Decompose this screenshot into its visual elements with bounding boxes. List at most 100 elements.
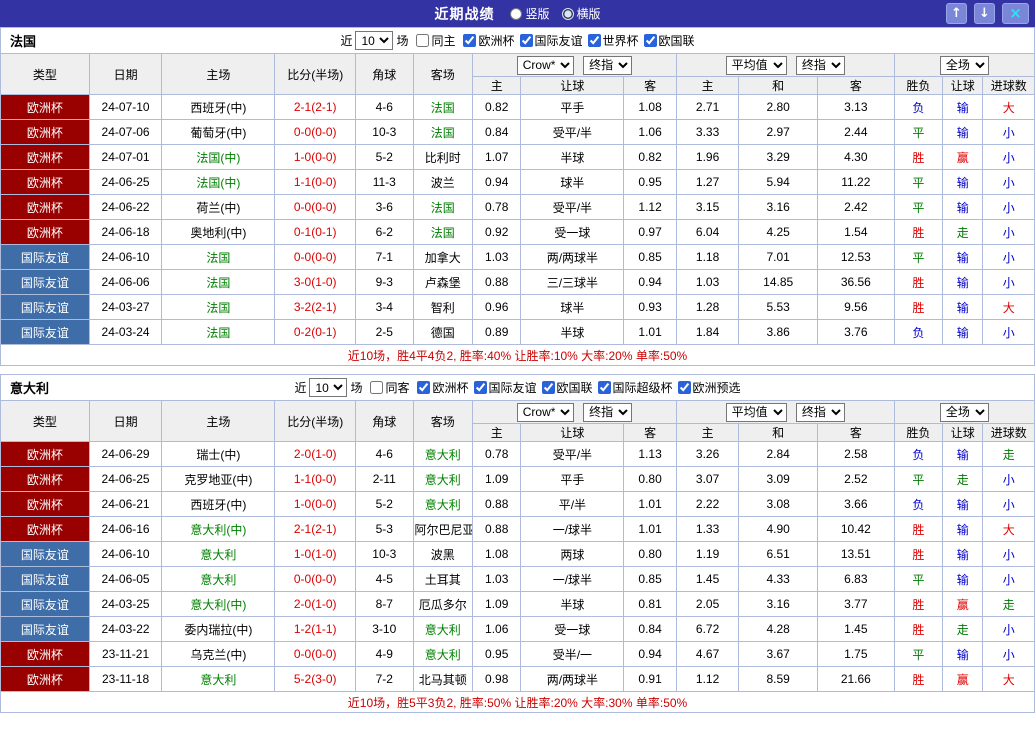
competition-filter[interactable]: 欧洲预选: [678, 379, 741, 396]
horizontal-layout-option[interactable]: 横版: [562, 5, 601, 22]
match-type-cell: 欧洲杯: [1, 195, 90, 220]
euro-away-odds-cell: 9.56: [818, 295, 895, 320]
match-type-cell: 国际友谊: [1, 567, 90, 592]
euro-home-odds-cell: 1.27: [676, 170, 739, 195]
euro-home-odds-cell: 3.26: [676, 442, 739, 467]
match-type-cell: 欧洲杯: [1, 220, 90, 245]
asian-home-odds-cell: 0.92: [473, 220, 521, 245]
competition-checkbox[interactable]: [417, 381, 430, 394]
competition-filter[interactable]: 欧国联: [644, 32, 695, 49]
move-up-button[interactable]: ↑: [946, 3, 967, 24]
asian-away-odds-cell: 1.13: [624, 442, 676, 467]
company-select[interactable]: Crow*: [517, 403, 574, 422]
scope-select[interactable]: 全场: [940, 56, 989, 75]
competition-filter[interactable]: 国际友谊: [520, 32, 583, 49]
competition-filter[interactable]: 国际超级杯: [598, 379, 673, 396]
section-header: 法国 近 10 场 同主 欧洲杯国际友谊世界杯欧国联: [0, 27, 1035, 53]
result-cell: 胜: [894, 592, 942, 617]
match-row: 欧洲杯24-06-22荷兰(中)0-0(0-0)3-6法国0.78受平/半1.1…: [1, 195, 1035, 220]
asian-home-odds-cell: 1.09: [473, 467, 521, 492]
match-date-cell: 24-03-24: [89, 320, 162, 345]
competition-filter[interactable]: 世界杯: [588, 32, 639, 49]
same-venue-filter[interactable]: 同客: [370, 379, 409, 396]
same-venue-checkbox[interactable]: [416, 34, 429, 47]
recent-count-select[interactable]: 10: [309, 378, 347, 397]
asian-home-odds-cell: 0.88: [473, 492, 521, 517]
competition-checkbox[interactable]: [598, 381, 611, 394]
average-select[interactable]: 平均值: [726, 403, 787, 422]
result-cell: 负: [894, 442, 942, 467]
competition-filter[interactable]: 欧洲杯: [417, 379, 468, 396]
horizontal-layout-radio[interactable]: [562, 8, 574, 20]
euro-odds-group-header: 平均值 终指: [676, 401, 894, 424]
close-button[interactable]: ×: [1002, 3, 1029, 24]
competition-filter[interactable]: 欧国联: [542, 379, 593, 396]
final-index-select-2[interactable]: 终指: [796, 56, 845, 75]
competition-filter[interactable]: 国际友谊: [474, 379, 537, 396]
competition-filter[interactable]: 欧洲杯: [463, 32, 514, 49]
filter-controls: 近 10 场 同主 欧洲杯国际友谊世界杯欧国联: [340, 31, 694, 50]
match-date-cell: 24-06-10: [89, 542, 162, 567]
same-venue-filter[interactable]: 同主: [416, 32, 455, 49]
away-team-cell: 厄瓜多尔: [413, 592, 473, 617]
score-cell: 2-1(2-1): [275, 517, 356, 542]
col-header-result: 胜负: [894, 424, 942, 442]
match-row: 国际友谊24-03-27法国3-2(2-1)3-4智利0.96球半0.931.2…: [1, 295, 1035, 320]
away-team-cell: 法国: [413, 220, 473, 245]
euro-home-odds-cell: 1.28: [676, 295, 739, 320]
match-date-cell: 24-06-10: [89, 245, 162, 270]
euro-away-odds-cell: 3.76: [818, 320, 895, 345]
competition-checkbox[interactable]: [474, 381, 487, 394]
col-header-handicap-result: 让球: [943, 424, 983, 442]
corners-cell: 8-7: [356, 592, 413, 617]
final-index-select-2[interactable]: 终指: [796, 403, 845, 422]
match-type-cell: 欧洲杯: [1, 145, 90, 170]
vertical-layout-option[interactable]: 竖版: [510, 5, 549, 22]
same-venue-checkbox[interactable]: [370, 381, 383, 394]
euro-draw-odds-cell: 6.51: [739, 542, 818, 567]
recent-results-widget: 近期战绩 竖版 横版 ↑ ↓ × 法国 近 10 场: [0, 0, 1035, 733]
handicap-result-cell: 走: [943, 617, 983, 642]
handicap-result-cell: 输: [943, 170, 983, 195]
competition-checkbox[interactable]: [520, 34, 533, 47]
company-select[interactable]: Crow*: [517, 56, 574, 75]
recent-count-select[interactable]: 10: [355, 31, 393, 50]
competition-checkbox[interactable]: [463, 34, 476, 47]
handicap-result-cell: 赢: [943, 667, 983, 692]
competition-checkbox[interactable]: [542, 381, 555, 394]
match-date-cell: 24-07-01: [89, 145, 162, 170]
col-header-handicap-result: 让球: [943, 77, 983, 95]
competition-checkbox[interactable]: [678, 381, 691, 394]
asian-away-odds-cell: 0.85: [624, 245, 676, 270]
euro-home-odds-cell: 6.04: [676, 220, 739, 245]
goals-result-cell: 小: [983, 567, 1035, 592]
summary-text: 近10场，胜4平4负2, 胜率:40% 让胜率:10% 大率:20% 单率:50…: [1, 345, 1035, 366]
scope-select[interactable]: 全场: [940, 403, 989, 422]
home-team-cell: 意大利: [162, 667, 275, 692]
match-date-cell: 23-11-21: [89, 642, 162, 667]
corners-cell: 10-3: [356, 542, 413, 567]
move-down-button[interactable]: ↓: [974, 3, 995, 24]
match-row: 欧洲杯24-06-29瑞士(中)2-0(1-0)4-6意大利0.78受平/半1.…: [1, 442, 1035, 467]
col-header-type: 类型: [1, 401, 90, 442]
average-select[interactable]: 平均值: [726, 56, 787, 75]
vertical-layout-radio[interactable]: [510, 8, 522, 20]
euro-away-odds-cell: 1.75: [818, 642, 895, 667]
final-index-select[interactable]: 终指: [583, 403, 632, 422]
euro-away-odds-cell: 3.77: [818, 592, 895, 617]
euro-home-odds-cell: 3.15: [676, 195, 739, 220]
handicap-cell: 三/三球半: [521, 270, 624, 295]
competition-checkbox[interactable]: [588, 34, 601, 47]
asian-odds-group-header: Crow* 终指: [473, 54, 677, 77]
goals-result-cell: 小: [983, 245, 1035, 270]
col-header-asian-away: 客: [624, 424, 676, 442]
asian-home-odds-cell: 1.07: [473, 145, 521, 170]
competition-checkbox[interactable]: [644, 34, 657, 47]
horizontal-layout-label: 横版: [577, 5, 601, 22]
widget-title: 近期战绩: [434, 4, 494, 24]
asian-away-odds-cell: 0.80: [624, 467, 676, 492]
euro-home-odds-cell: 1.18: [676, 245, 739, 270]
final-index-select[interactable]: 终指: [583, 56, 632, 75]
home-team-cell: 荷兰(中): [162, 195, 275, 220]
match-row: 欧洲杯24-07-01法国(中)1-0(0-0)5-2比利时1.07半球0.82…: [1, 145, 1035, 170]
